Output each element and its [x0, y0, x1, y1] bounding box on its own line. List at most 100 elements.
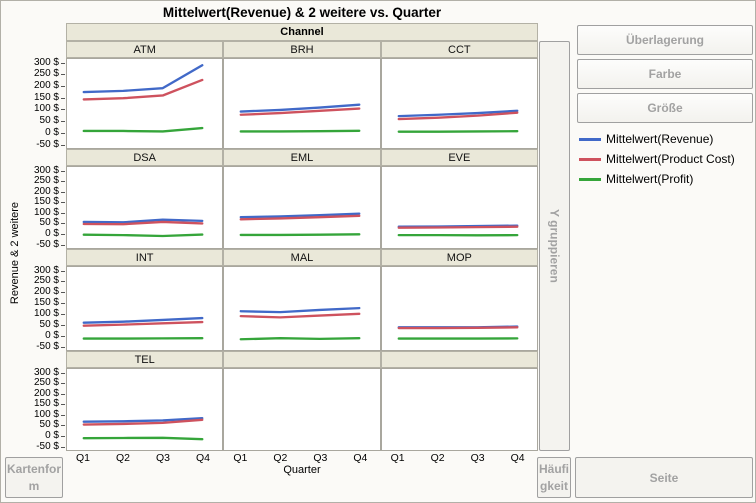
y-tick-label: 200 $ [33, 185, 59, 197]
panel-label-eve: EVE [380, 149, 538, 166]
y-tick-mark [61, 346, 65, 348]
y-tick-label: 50 $ [39, 115, 59, 127]
trellis-grid: Channel ATM BRH CCT DSA EML EVE INT MAL MOP TEL [66, 23, 538, 451]
size-dropzone-button[interactable]: Größe [577, 93, 753, 123]
y-tick-mark [61, 372, 65, 374]
y-tick-label: 300 $ [33, 366, 59, 378]
y-tick-mark [61, 109, 65, 111]
y-tick-label: 100 $ [33, 103, 59, 115]
y-tick-label: 0 $ [45, 329, 59, 341]
line-mal-series-2[interactable] [239, 337, 361, 341]
panel-plot-atm[interactable] [66, 58, 224, 149]
y-tick-mark [61, 435, 65, 437]
y-tick-mark [61, 132, 65, 134]
y-tick-mark [61, 446, 65, 448]
panel-plot-empty [223, 368, 381, 451]
y-tick-label: 150 $ [33, 398, 59, 410]
frequency-dropzone[interactable]: Häufigkeit [537, 457, 571, 498]
y-tick-mark [61, 74, 65, 76]
line-atm-series-2[interactable] [82, 126, 204, 133]
line-eve-series-1[interactable] [397, 225, 519, 229]
line-mop-series-1[interactable] [397, 326, 519, 330]
x-tick-label: Q4 [195, 452, 210, 464]
x-tick-label: Q2 [115, 452, 130, 464]
map-shape-dropzone[interactable]: Kartenform [5, 457, 63, 498]
y-tick-label: 250 $ [33, 175, 59, 187]
y-tick-label: 0 $ [45, 429, 59, 441]
chart-title: Mittelwert(Revenue) & 2 weitere vs. Quar… [162, 5, 442, 20]
y-tick-mark [61, 191, 65, 193]
legend-item-2[interactable]: Mittelwert(Profit) [579, 169, 735, 189]
legend-line-swatch [579, 137, 601, 141]
line-mal-series-1[interactable] [239, 312, 361, 319]
line-brh-series-2[interactable] [239, 129, 361, 133]
panel-label-empty [223, 351, 381, 368]
y-tick-mark [61, 324, 65, 326]
panel-plot-mal[interactable] [223, 266, 381, 351]
x-tick-label: Q2 [273, 452, 288, 464]
y-tick-label: 0 $ [45, 126, 59, 138]
y-tick-mark [61, 181, 65, 183]
panel-label-atm: ATM [66, 41, 224, 58]
line-mal-series-0[interactable] [239, 306, 361, 314]
y-tick-label: 100 $ [33, 408, 59, 420]
x-tick-label: Q3 [155, 452, 170, 464]
line-eml-series-2[interactable] [239, 233, 361, 237]
panel-label-brh: BRH [223, 41, 381, 58]
channel-group-band[interactable]: Channel [66, 23, 538, 41]
panel-plot-dsa[interactable] [66, 166, 224, 249]
panel-plot-int[interactable] [66, 266, 224, 351]
y-tick-label: 50 $ [39, 217, 59, 229]
legend-item-0[interactable]: Mittelwert(Revenue) [579, 129, 735, 149]
y-tick-mark [61, 414, 65, 416]
legend-label: Mittelwert(Revenue) [606, 132, 714, 146]
y-tick-label: 300 $ [33, 264, 59, 276]
panel-plot-eve[interactable] [380, 166, 538, 249]
y-tick-label: 100 $ [33, 307, 59, 319]
panel-plot-cct[interactable] [380, 58, 538, 149]
legend-item-1[interactable]: Mittelwert(Product Cost) [579, 149, 735, 169]
panel-label-tel: TEL [66, 351, 224, 368]
x-tick-label: Q3 [470, 452, 485, 464]
page-dropzone[interactable]: Seite [575, 457, 753, 498]
panel-label-eml: EML [223, 149, 381, 166]
x-axis-title: Quarter [283, 464, 321, 476]
y-tick-label: -50 $ [36, 340, 59, 352]
x-tick-label: Q1 [233, 452, 248, 464]
y-tick-mark [61, 303, 65, 305]
y-tick-label: -50 $ [36, 238, 59, 250]
legend-line-swatch [579, 157, 601, 161]
y-tick-mark [61, 85, 65, 87]
y-tick-mark [61, 121, 65, 123]
y-tick-label: 300 $ [33, 164, 59, 176]
panel-plot-mop[interactable] [380, 266, 538, 351]
y-tick-mark [61, 202, 65, 204]
overlay-dropzone-button[interactable]: Überlagerung [577, 25, 753, 55]
y-tick-label: -50 $ [36, 138, 59, 150]
x-tick-label: Q4 [353, 452, 368, 464]
panel-plot-eml[interactable] [223, 166, 381, 249]
y-tick-mark [61, 383, 65, 385]
panel-plot-tel[interactable] [66, 368, 224, 451]
panel-label-mop: MOP [380, 249, 538, 266]
panel-plot-brh[interactable] [223, 58, 381, 149]
y-tick-mark [61, 335, 65, 337]
y-tick-label: 100 $ [33, 206, 59, 218]
panel-label-cct: CCT [380, 41, 538, 58]
legend-line-swatch [579, 177, 601, 181]
y-tick-mark [61, 233, 65, 235]
panel-label-int: INT [66, 249, 224, 266]
y-tick-label: 0 $ [45, 227, 59, 239]
line-dsa-series-2[interactable] [82, 233, 204, 238]
y-tick-label: 300 $ [33, 56, 59, 68]
panel-plot-empty [380, 368, 538, 451]
y-tick-mark [61, 425, 65, 427]
line-tel-series-2[interactable] [82, 436, 204, 441]
color-dropzone-button[interactable]: Farbe [577, 59, 753, 89]
panel-label-dsa: DSA [66, 149, 224, 166]
y-tick-label: 150 $ [33, 297, 59, 309]
y-tick-mark [61, 62, 65, 64]
x-tick-label: Q2 [430, 452, 445, 464]
y-group-dropzone[interactable]: Y gruppieren [539, 41, 570, 451]
y-tick-label: 250 $ [33, 275, 59, 287]
